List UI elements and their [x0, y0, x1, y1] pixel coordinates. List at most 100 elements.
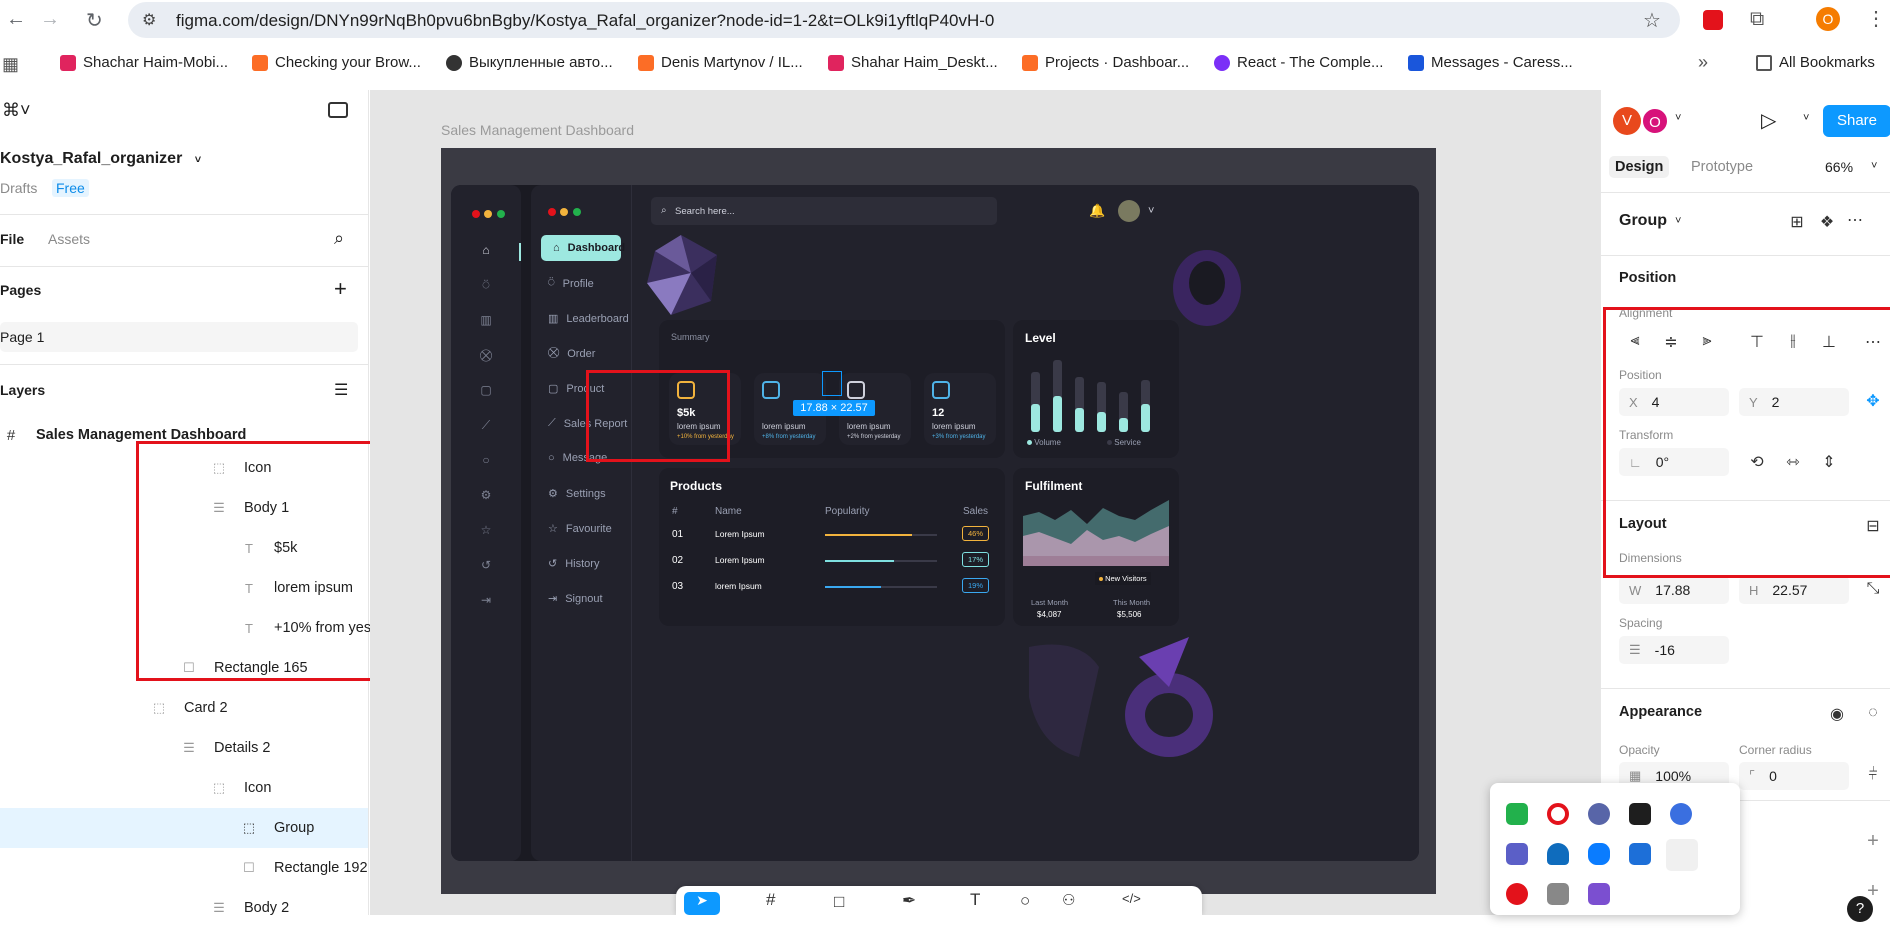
settings-icon[interactable]: ⚙	[476, 488, 496, 502]
zoom-level[interactable]: 66%	[1825, 159, 1853, 175]
menu-icon[interactable]: ⋮	[1866, 6, 1886, 31]
layer-row-selected[interactable]: ⬚ Group	[242, 808, 314, 848]
grid-icon[interactable]: ⊞	[1787, 212, 1807, 232]
onedrive-icon[interactable]	[1547, 843, 1569, 865]
menu-item-dashboard[interactable]: ⌂ Dashboard	[541, 235, 625, 261]
width-field[interactable]: W 17.88	[1619, 576, 1729, 604]
pen-tool-icon[interactable]: ✒	[902, 891, 916, 911]
chevron-down-icon[interactable]: ˅	[1803, 112, 1809, 124]
resize-icon[interactable]: ⤡	[1863, 580, 1883, 598]
bookmark-item[interactable]: React - The Comple...	[1214, 54, 1383, 71]
bag-icon[interactable]: ▢	[476, 383, 496, 397]
dashboard-frame[interactable]: ⌂ ⍥ ▥ ⛒ ▢ ⟋ ○ ⚙ ☆ ↺ ⇥ ⌂ Dashboard ⍥ Prof…	[441, 148, 1436, 894]
bookmark-item[interactable]: Shahar Haim_Deskt...	[828, 54, 998, 71]
home-icon[interactable]: ⌂	[476, 243, 496, 257]
layer-row[interactable]: ☐ Rectangle 192	[242, 848, 367, 888]
back-icon[interactable]: ←	[6, 8, 26, 31]
more-icon[interactable]: ⋯	[1845, 210, 1865, 230]
chevron-down-icon[interactable]: ˅	[1675, 215, 1681, 227]
bookmark-item[interactable]: Projects · Dashboar...	[1022, 54, 1189, 71]
page-item-selected[interactable]: Page 1	[0, 322, 358, 352]
tab-prototype[interactable]: Prototype	[1691, 159, 1753, 175]
adjust-icon[interactable]: ⫩	[1863, 766, 1883, 784]
tab-design[interactable]: Design	[1609, 156, 1670, 178]
drop-icon[interactable]: ◌	[1863, 704, 1883, 722]
bookmark-item[interactable]: Denis Martynov / IL...	[638, 54, 803, 71]
apps-icon[interactable]: ▦	[2, 54, 19, 75]
more-bookmarks-icon[interactable]: »	[1698, 52, 1708, 73]
search-bar[interactable]: ⌕ Search here...	[651, 197, 997, 225]
reload-icon[interactable]: ↻	[86, 8, 103, 33]
text-tool-icon[interactable]: T	[970, 890, 980, 910]
app-icon[interactable]	[1588, 803, 1610, 825]
profile-icon[interactable]: ⍥	[476, 278, 496, 293]
menu-item-history[interactable]: ↺ History	[548, 557, 599, 571]
puzzle-icon[interactable]: ⧉	[1750, 8, 1764, 31]
menu-item-leaderboard[interactable]: ▥ Leaderboard	[548, 312, 629, 326]
security-icon[interactable]	[1629, 843, 1651, 865]
epic-games-icon[interactable]	[1629, 803, 1651, 825]
add-icon[interactable]: +	[1863, 830, 1883, 853]
app-icon[interactable]	[1547, 883, 1569, 905]
comment-tool-icon[interactable]: ○	[1020, 891, 1030, 911]
bookmark-item[interactable]: Выкупленные авто...	[446, 54, 613, 71]
component-icon[interactable]: ❖	[1817, 212, 1837, 232]
move-tool-icon[interactable]: ➤	[684, 892, 720, 915]
resources-tool-icon[interactable]: ⚇	[1062, 891, 1075, 909]
toggle-sidebar-icon[interactable]	[328, 102, 348, 118]
menu-item-favourite[interactable]: ☆ Favourite	[548, 522, 612, 536]
file-name[interactable]: Kostya_Rafal_organizer ˅	[0, 150, 201, 168]
avatar[interactable]: V	[1613, 107, 1641, 135]
user-avatar[interactable]	[1118, 200, 1140, 222]
history-icon[interactable]: ↺	[476, 558, 496, 572]
spacing-field[interactable]: ☰ -16	[1619, 636, 1729, 664]
help-icon[interactable]: ?	[1847, 896, 1873, 922]
bookmark-item[interactable]: Shachar Haim-Mobi...	[60, 54, 228, 71]
chevron-down-icon[interactable]: ˅	[1148, 205, 1154, 217]
profile-avatar[interactable]: O	[1816, 7, 1840, 31]
corner-radius-field[interactable]: ⌜ 0	[1739, 762, 1849, 790]
figma-menu-icon[interactable]: ⌘˅	[2, 100, 31, 121]
frame-label[interactable]: Sales Management Dashboard	[441, 122, 634, 138]
layer-row[interactable]: ⬚ Card 2	[152, 688, 228, 728]
star-icon[interactable]: ☆	[476, 523, 496, 537]
eye-icon[interactable]: ◉	[1827, 704, 1847, 724]
address-bar[interactable]: ⚙ figma.com/design/DNYn99rNqBh0pvu6bnBgb…	[128, 2, 1680, 38]
leaderboard-icon[interactable]: ▥	[476, 313, 496, 327]
layer-row[interactable]: ⬚ Icon	[212, 768, 272, 808]
app-icon[interactable]	[1506, 883, 1528, 905]
shield-app-icon[interactable]	[1506, 803, 1528, 825]
message-icon[interactable]: ○	[476, 453, 496, 467]
viber-icon[interactable]	[1588, 883, 1610, 905]
tab-file[interactable]: File	[0, 231, 24, 247]
frame-tool-icon[interactable]: #	[766, 890, 775, 910]
layers-options-icon[interactable]: ☰	[334, 380, 348, 400]
shape-tool-icon[interactable]: □	[834, 892, 844, 912]
cart-icon[interactable]: ⛒	[476, 348, 496, 363]
bluetooth-icon[interactable]	[1588, 843, 1610, 865]
menu-item-profile[interactable]: ⍥ Profile	[548, 277, 594, 290]
extension-icon[interactable]	[1703, 10, 1723, 30]
selection-outline[interactable]	[822, 371, 842, 396]
bookmark-item[interactable]: Messages - Caress...	[1408, 54, 1573, 71]
teams-icon[interactable]	[1506, 843, 1528, 865]
dev-mode-icon[interactable]: </>	[1122, 891, 1141, 906]
forward-icon[interactable]: →	[40, 8, 60, 31]
height-field[interactable]: H 22.57	[1739, 576, 1849, 604]
menu-item-order[interactable]: ⛒ Order	[548, 347, 595, 360]
pen-app-icon[interactable]	[1666, 839, 1698, 871]
signout-icon[interactable]: ⇥	[476, 593, 496, 607]
tab-assets[interactable]: Assets	[48, 231, 90, 247]
chevron-down-icon[interactable]: ˅	[1675, 112, 1681, 124]
avatar[interactable]: O	[1641, 107, 1669, 135]
url-text[interactable]: figma.com/design/DNYn99rNqBh0pvu6bnBgby/…	[176, 11, 994, 31]
design-canvas[interactable]: Sales Management Dashboard ⌂ ⍥ ▥ ⛒ ▢ ⟋ ○…	[370, 90, 1600, 915]
layer-row[interactable]: ☰ Details 2	[182, 728, 270, 768]
site-info-icon[interactable]: ⚙	[142, 10, 156, 30]
chart-icon[interactable]: ⟋	[476, 418, 496, 433]
app-icon[interactable]	[1670, 803, 1692, 825]
share-button[interactable]: Share	[1823, 105, 1890, 137]
opera-icon[interactable]	[1547, 803, 1569, 825]
search-icon[interactable]: ⌕	[334, 228, 344, 249]
menu-item-signout[interactable]: ⇥ Signout	[548, 592, 603, 606]
